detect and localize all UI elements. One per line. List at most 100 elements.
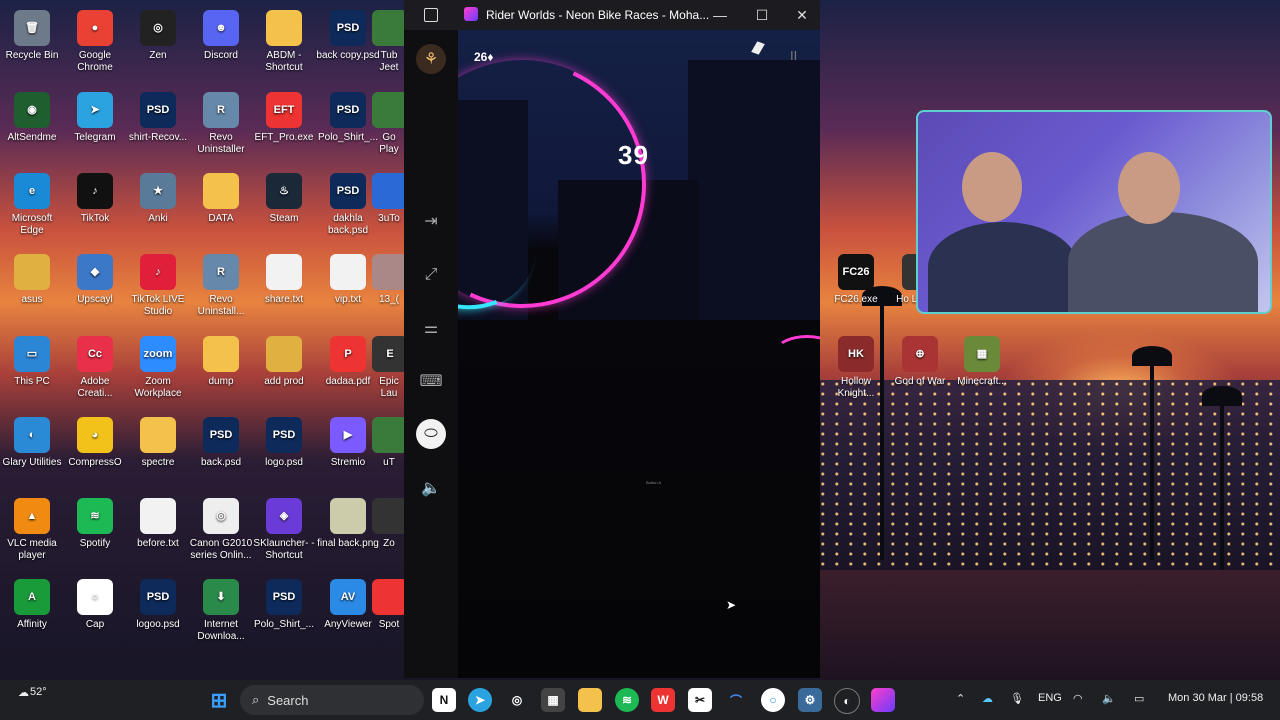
cap-icon[interactable]: ○: [761, 688, 785, 712]
desktop-icon[interactable]: share.txt: [252, 248, 316, 326]
desktop-icon[interactable]: HK Hollow Knight...: [824, 330, 888, 408]
desktop-icon[interactable]: PSD back.psd: [189, 411, 253, 489]
wps-icon[interactable]: W: [651, 688, 675, 712]
start-button[interactable]: ⊞: [207, 688, 231, 712]
desktop-icon[interactable]: 🗑 Recycle Bin: [0, 4, 64, 82]
desktop-icon[interactable]: PSD Polo_Shirt_...: [252, 573, 316, 651]
desktop-icon[interactable]: dump: [189, 330, 253, 408]
minimize-button[interactable]: —: [708, 4, 732, 26]
desktop-icon[interactable]: ◕ CompressO: [63, 411, 127, 489]
exit-icon[interactable]: ⇥: [416, 206, 446, 236]
keyboard-icon[interactable]: ⌨: [416, 366, 446, 396]
desktop-icon[interactable]: ● Google Chrome: [63, 4, 127, 82]
desktop-icon[interactable]: uT: [372, 411, 406, 489]
desktop-icon[interactable]: ▦ Minecraft...: [950, 330, 1014, 408]
desktop-icon[interactable]: ◉ AltSendme: [0, 86, 64, 164]
desktop-icon[interactable]: ◈ SKlauncher- - Shortcut: [252, 492, 316, 570]
clock[interactable]: Mon 30 Mar | 09:58: [1168, 692, 1263, 704]
speaker-icon[interactable]: 🔈: [1102, 692, 1116, 705]
desktop-icon[interactable]: FC26 FC26.exe: [824, 248, 888, 326]
desktop-icon[interactable]: ≋ Spotify: [63, 492, 127, 570]
desktop-icon[interactable]: Cc Adobe Creati...: [63, 330, 127, 408]
desktop-icon[interactable]: Zo: [372, 492, 406, 570]
desktop-icon[interactable]: ★ Anki: [126, 167, 190, 245]
desktop-icon[interactable]: PSD logoo.psd: [126, 573, 190, 651]
desktop-icon[interactable]: Spot: [372, 573, 406, 651]
desktop-icon[interactable]: 13_(: [372, 248, 406, 326]
weather-icon[interactable]: ☁: [18, 686, 29, 699]
desktop-icon[interactable]: ☻ Discord: [189, 4, 253, 82]
desktop-icon[interactable]: PSD back copy.psd: [316, 4, 380, 82]
desktop-icon[interactable]: ◎ Zen: [126, 4, 190, 82]
spotify-icon[interactable]: ≋: [615, 688, 639, 712]
settings-icon[interactable]: ⚙: [798, 688, 822, 712]
weather-temp[interactable]: 52°: [30, 686, 47, 698]
onedrive-icon[interactable]: ☁: [982, 692, 993, 705]
chevron-up-icon[interactable]: ⌃: [956, 692, 965, 705]
desktop-icon[interactable]: e Microsoft Edge: [0, 167, 64, 245]
sidebar-toggle-icon[interactable]: [424, 8, 438, 22]
file-explorer-icon[interactable]: [578, 688, 602, 712]
desktop-icon[interactable]: AV AnyViewer: [316, 573, 380, 651]
window-titlebar[interactable]: Rider Worlds - Neon Bike Races - Moha...…: [404, 0, 820, 30]
desktop-icon[interactable]: add prod: [252, 330, 316, 408]
volume-icon[interactable]: 🔈: [416, 473, 446, 503]
desktop-icon[interactable]: ◎ Canon G2010 series Onlin...: [189, 492, 253, 570]
desktop-icon[interactable]: ○ Cap: [63, 573, 127, 651]
desktop-icon[interactable]: ♪ TikTok LIVE Studio: [126, 248, 190, 326]
tag-icon[interactable]: ⬭: [416, 419, 446, 449]
telegram-icon[interactable]: ➤: [468, 688, 492, 712]
desktop-icon[interactable]: asus: [0, 248, 64, 326]
desktop-icon[interactable]: ▶ Stremio: [316, 411, 380, 489]
desktop-icon[interactable]: Tub Jeet: [372, 4, 406, 82]
desktop-icon[interactable]: PSD shirt-Recov...: [126, 86, 190, 164]
app-icon[interactable]: ▦: [541, 688, 565, 712]
desktop-icon[interactable]: ▭ This PC: [0, 330, 64, 408]
microphone-icon[interactable]: 🎙: [1010, 692, 1024, 705]
desktop-icon[interactable]: PSD dakhla back.psd: [316, 167, 380, 245]
settings-sliders-icon[interactable]: ⚌: [416, 313, 446, 343]
language-indicator[interactable]: ENG: [1038, 692, 1062, 704]
desktop-icon[interactable]: PSD logo.psd: [252, 411, 316, 489]
desktop-icon[interactable]: Go Play: [372, 86, 406, 164]
desktop-icon[interactable]: spectre: [126, 411, 190, 489]
desktop-icon[interactable]: zoom Zoom Workplace: [126, 330, 190, 408]
desktop-icon[interactable]: ◐ Glary Utilities: [0, 411, 64, 489]
pause-button[interactable]: II: [790, 48, 797, 63]
rider-worlds-taskbar-icon[interactable]: [871, 688, 895, 712]
desktop-icon[interactable]: ⬇ Internet Downloa...: [189, 573, 253, 651]
obs-icon[interactable]: ◐: [834, 688, 860, 714]
desktop-icon[interactable]: R Revo Uninstaller: [189, 86, 253, 164]
desktop-icon[interactable]: ♨ Steam: [252, 167, 316, 245]
desktop-icon[interactable]: EFT EFT_Pro.exe: [252, 86, 316, 164]
desktop-icon[interactable]: Pdadaa.pdf: [316, 330, 380, 408]
desktop-icon[interactable]: A Affinity: [0, 573, 64, 651]
zen-browser-icon[interactable]: ◎: [505, 688, 529, 712]
desktop-icon[interactable]: ♪ TikTok: [63, 167, 127, 245]
desktop-icon[interactable]: before.txt: [126, 492, 190, 570]
desktop-icon[interactable]: R Revo Uninstall...: [189, 248, 253, 326]
desktop-icon[interactable]: E Epic Lau: [372, 330, 406, 408]
close-button[interactable]: ✕: [790, 4, 814, 26]
fullscreen-icon[interactable]: ⤢: [416, 260, 446, 290]
desktop-icon[interactable]: DATA: [189, 167, 253, 245]
desktop-icon[interactable]: ➤ Telegram: [63, 86, 127, 164]
notion-icon[interactable]: N: [432, 688, 456, 712]
desktop-icon[interactable]: ▲ VLC media player: [0, 492, 64, 570]
capcut-icon[interactable]: ✂: [688, 688, 712, 712]
desktop-icon[interactable]: ABDM - Shortcut: [252, 4, 316, 82]
profile-avatar[interactable]: ⚘: [416, 44, 446, 74]
desktop-icon[interactable]: final back.png: [316, 492, 380, 570]
desktop-icon[interactable]: 3uTo: [372, 167, 406, 245]
app-arc-icon[interactable]: ⌒: [724, 688, 748, 712]
desktop-icon[interactable]: PSD Polo_Shirt_...: [316, 86, 380, 164]
maximize-button[interactable]: ☐: [750, 4, 774, 26]
battery-icon[interactable]: ▭: [1134, 692, 1144, 705]
desktop-icon[interactable]: ◆ Upscayl: [63, 248, 127, 326]
game-viewport[interactable]: 26♦ II 39 Button A ➤: [458, 30, 820, 678]
desktop-icon-image: ▭: [14, 336, 50, 372]
desktop-icon[interactable]: vip.txt: [316, 248, 380, 326]
search-box[interactable]: ⌕ Search: [240, 685, 424, 715]
desktop-icon[interactable]: ⊕ God of War: [888, 330, 952, 408]
wifi-icon[interactable]: ◠: [1073, 692, 1083, 705]
